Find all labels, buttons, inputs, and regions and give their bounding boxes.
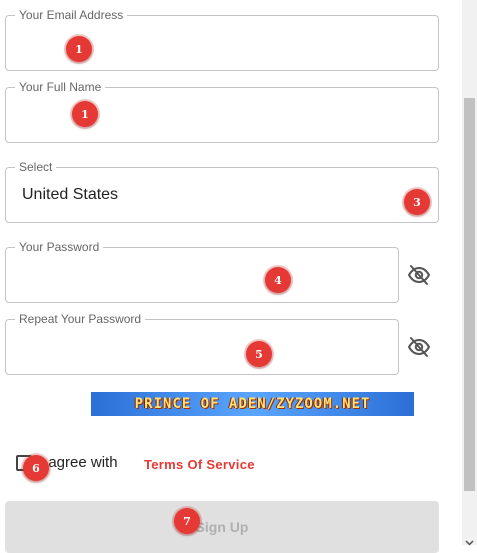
country-select-label: Select — [15, 160, 57, 174]
password-input[interactable] — [18, 264, 386, 288]
banner-image: PRINCE OF ADEN/ZYZOOM.NET — [91, 392, 414, 416]
terms-of-service-link[interactable]: Terms Of Service — [144, 457, 255, 472]
annotation-badge: 3 — [404, 189, 430, 215]
full-name-label: Your Full Name — [15, 80, 106, 94]
annotation-badge: 4 — [265, 267, 291, 293]
country-select[interactable]: Select United States — [5, 160, 439, 223]
agree-text: I agree with — [40, 454, 118, 471]
repeat-password-label: Repeat Your Password — [15, 312, 146, 326]
annotation-badge: 6 — [23, 455, 49, 481]
vertical-scrollbar[interactable] — [462, 0, 477, 546]
eye-slash-icon[interactable] — [407, 335, 431, 359]
repeat-password-input[interactable] — [18, 336, 386, 360]
annotation-badge: 1 — [66, 36, 92, 62]
sign-up-button[interactable]: Sign Up — [5, 501, 439, 553]
eye-slash-icon[interactable] — [407, 263, 431, 287]
password-label: Your Password — [15, 240, 104, 254]
country-select-value: United States — [22, 186, 119, 203]
scrollbar-thumb[interactable] — [464, 98, 475, 491]
password-field[interactable]: Your Password — [5, 240, 399, 303]
chevron-down-icon[interactable] — [465, 534, 474, 546]
annotation-badge: 5 — [246, 341, 272, 367]
annotation-badge: 1 — [72, 101, 98, 127]
full-name-field[interactable]: Your Full Name — [5, 80, 439, 143]
annotation-badge: 7 — [174, 508, 200, 534]
repeat-password-field[interactable]: Repeat Your Password — [5, 312, 399, 375]
email-label: Your Email Address — [15, 8, 128, 22]
